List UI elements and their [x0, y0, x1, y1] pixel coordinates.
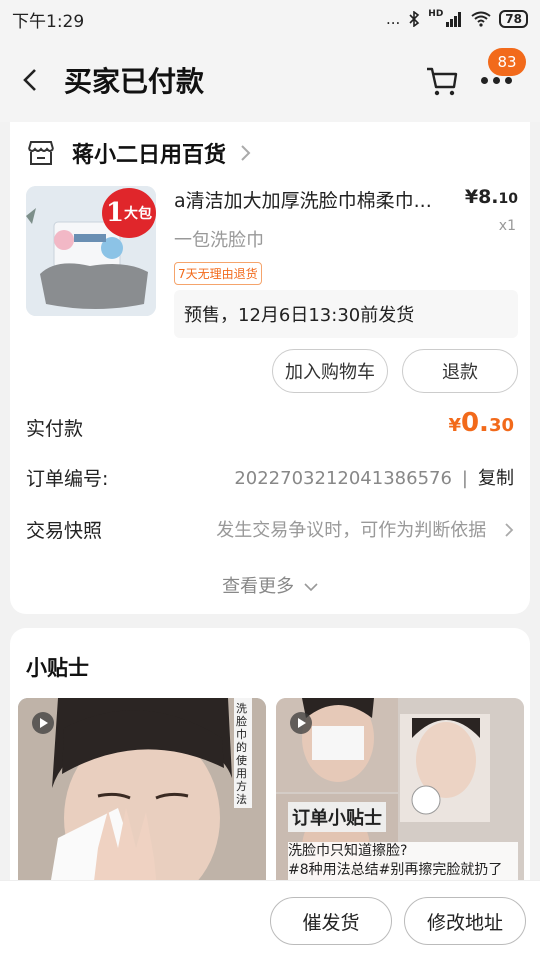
pack-badge: 1 大包 — [102, 188, 156, 238]
order-number-label: 订单编号: — [26, 468, 109, 490]
chevron-right-icon — [505, 523, 514, 537]
product-spec: 一包洗脸巾 — [174, 230, 264, 251]
price-integer: 8. — [478, 186, 499, 208]
pack-badge-text: 大包 — [124, 206, 153, 222]
snapshot-row[interactable]: 发生交易争议时，可作为判断依据 — [216, 516, 514, 542]
more-dot-icon — [504, 76, 512, 84]
product-image[interactable]: 1 大包 — [26, 186, 156, 316]
cart-icon — [427, 67, 458, 96]
presale-info: 预售，12月6日13:30前发货 — [174, 290, 518, 338]
status-bar: 下午1:29 ... HD 78 — [0, 0, 540, 38]
nav-bar: 买家已付款 — [0, 38, 540, 122]
network-type-label: HD — [428, 9, 444, 19]
bluetooth-icon — [409, 11, 420, 27]
snapshot-description: 发生交易争议时，可作为判断依据 — [216, 520, 487, 541]
bottom-action-bar: 催发货 修改地址 — [0, 880, 540, 960]
tips-title: 小贴士 — [26, 656, 89, 680]
product-title[interactable]: a清洁加大加厚洗脸巾棉柔巾... — [174, 186, 454, 213]
chevron-down-icon — [304, 583, 318, 592]
copy-button[interactable]: 复制 — [478, 468, 514, 489]
side-caption: 洗脸巾的使用方法 — [236, 702, 247, 806]
page-title: 买家已付款 — [64, 65, 205, 98]
chevron-right-icon — [241, 145, 251, 161]
cart-button[interactable] — [422, 60, 462, 100]
video-caption-line-1: 洗脸巾只知道擦脸? — [288, 843, 408, 859]
separator: | — [461, 468, 468, 489]
status-time: 下午1:29 — [12, 11, 85, 32]
change-address-button[interactable]: 修改地址 — [404, 897, 526, 945]
video-thumbnail-2[interactable]: 订单小贴士 洗脸巾只知道擦脸? #8种用法总结#别再擦完脸就扔了 — [276, 698, 524, 898]
cell-signal-icon — [446, 12, 462, 27]
pack-badge-number: 1 — [105, 198, 125, 228]
paid-amount: ¥0.30 — [448, 408, 514, 438]
order-card: 蒋小二日用百货 1 大包 a清洁加大加厚洗脸巾棉柔巾... ¥8.10 x1 一… — [10, 122, 530, 614]
order-number-row: 2022703212041386576 | 复制 — [234, 464, 514, 490]
video-caption: 洗脸巾只知道擦脸? #8种用法总结#别再擦完脸就扔了 — [288, 842, 518, 880]
shop-name: 蒋小二日用百货 — [72, 143, 227, 168]
status-icons: ... HD 78 — [385, 9, 528, 28]
wifi-icon — [471, 11, 491, 27]
refund-button[interactable]: 退款 — [402, 349, 518, 393]
play-icon — [290, 712, 312, 734]
store-icon — [28, 141, 54, 165]
message-badge: 83 — [488, 48, 526, 76]
product-price: ¥8.10 — [465, 186, 518, 208]
video-caption-line-2: #8种用法总结#别再擦完脸就扔了 — [288, 862, 503, 878]
battery-icon: 78 — [499, 10, 528, 28]
paid-label: 实付款 — [26, 418, 84, 440]
add-to-cart-button[interactable]: 加入购物车 — [272, 349, 388, 393]
see-more-button[interactable]: 查看更多 — [10, 572, 530, 598]
video-heading: 订单小贴士 — [288, 802, 386, 832]
status-dots: ... — [385, 10, 401, 28]
paid-symbol: ¥ — [448, 415, 461, 436]
price-symbol: ¥ — [464, 186, 479, 208]
play-icon — [32, 712, 54, 734]
paid-integer: 0. — [460, 408, 489, 438]
shop-row[interactable]: 蒋小二日用百货 — [26, 130, 252, 176]
back-arrow-icon — [23, 69, 36, 91]
see-more-label: 查看更多 — [222, 576, 295, 597]
more-dot-icon — [480, 76, 488, 84]
back-button[interactable] — [0, 38, 60, 122]
order-number: 2022703212041386576 — [234, 468, 452, 489]
urge-shipping-button[interactable]: 催发货 — [270, 897, 392, 945]
paid-decimal: 30 — [488, 415, 514, 436]
more-dot-icon — [492, 76, 500, 84]
product-quantity: x1 — [498, 218, 516, 234]
video-frame-face — [18, 698, 266, 898]
return-policy-tag: 7天无理由退货 — [174, 262, 262, 285]
price-decimal: 10 — [498, 191, 518, 207]
snapshot-label: 交易快照 — [26, 520, 103, 542]
video-thumbnail-1[interactable]: 洗脸巾的使用方法 — [18, 698, 266, 898]
